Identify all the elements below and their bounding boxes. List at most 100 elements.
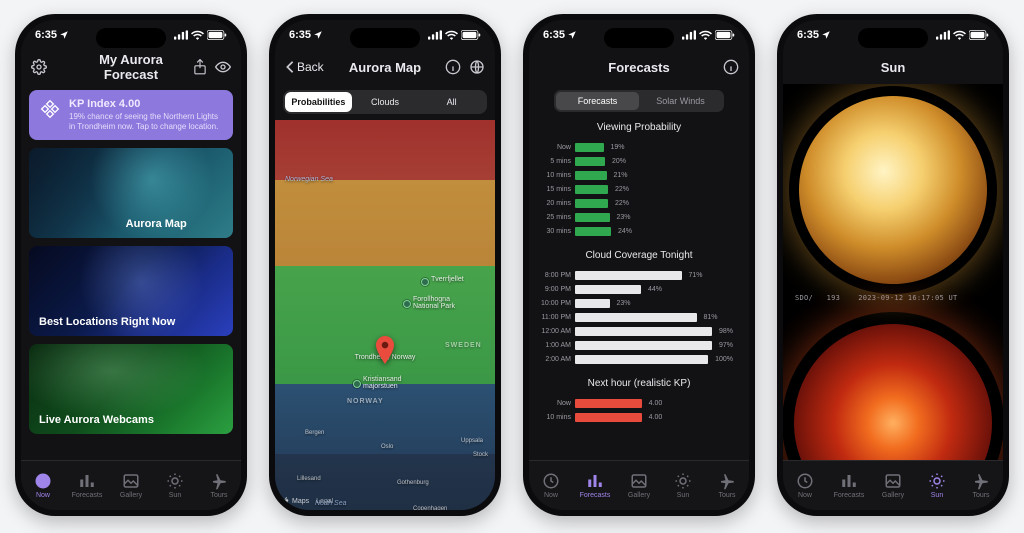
page-title: Forecasts <box>583 60 695 75</box>
tab-sun[interactable]: Sun <box>661 461 705 510</box>
card-label: Best Locations Right Now <box>39 316 175 328</box>
apple-logo-icon <box>281 497 289 506</box>
settings-button[interactable] <box>31 59 47 75</box>
tab-label: Now <box>544 492 558 499</box>
sun-imagery[interactable]: SDO/ 193 2023-09-12 16:17:05 UT <box>783 84 1003 460</box>
sun-icon <box>928 472 946 490</box>
kp-title: KP Index 4.00 <box>69 98 223 110</box>
seg-forecasts[interactable]: Forecasts <box>556 92 639 110</box>
kp-subtitle: 19% chance of seeing the Northern Lights… <box>69 112 223 132</box>
card-aurora-map[interactable]: SWEDEN FINLAND Stockholm Aurora Map <box>29 148 233 238</box>
tab-forecasts[interactable]: Forecasts <box>573 461 617 510</box>
wifi-icon <box>953 30 966 40</box>
tab-tours[interactable]: Tours <box>197 461 241 510</box>
map-segmented-control[interactable]: Probabilities Clouds All <box>283 90 487 114</box>
tab-gallery[interactable]: Gallery <box>871 461 915 510</box>
tab-forecasts[interactable]: Forecasts <box>827 461 871 510</box>
tab-bar: Now Forecasts Gallery Sun Tours <box>783 460 1003 510</box>
bar-row: 2:00 AM100% <box>575 353 733 366</box>
tab-sun[interactable]: Sun <box>915 461 959 510</box>
kp-index-icon <box>40 99 60 119</box>
locate-button[interactable] <box>469 59 485 75</box>
seg-clouds[interactable]: Clouds <box>352 92 419 112</box>
location-arrow-icon <box>59 30 69 40</box>
back-button[interactable]: Back <box>285 60 324 74</box>
tab-sun[interactable]: Sun <box>153 461 197 510</box>
bar-row: Now4.00 <box>575 397 733 410</box>
bar-label: 30 mins <box>537 228 571 235</box>
tab-forecasts[interactable]: Forecasts <box>65 461 109 510</box>
kp-banner[interactable]: KP Index 4.00 19% chance of seeing the N… <box>29 90 233 140</box>
info-button[interactable] <box>723 59 739 75</box>
card-best-locations[interactable]: Best Locations Right Now <box>29 246 233 336</box>
tab-now[interactable]: Now <box>783 461 827 510</box>
sun-image-193 <box>799 96 987 284</box>
info-icon <box>445 59 461 75</box>
clock-icon <box>796 472 814 490</box>
bar-label: 10 mins <box>537 414 571 421</box>
bar-value: 4.00 <box>649 414 663 421</box>
card-webcams[interactable]: Live Aurora Webcams <box>29 344 233 434</box>
signal-icon <box>682 30 696 40</box>
notch <box>96 28 166 48</box>
wifi-icon <box>445 30 458 40</box>
bar-row: 9:00 PM44% <box>575 283 733 296</box>
bar-label: 1:00 AM <box>537 342 571 349</box>
map-label-gothenburg: Gothenburg <box>397 480 429 486</box>
section-title-nexthour: Next hour (realistic KP) <box>535 378 743 389</box>
seg-all[interactable]: All <box>418 92 485 112</box>
map-attribution: Maps Legal <box>281 497 333 506</box>
tab-label: Forecasts <box>72 492 103 499</box>
sun-image-304 <box>794 324 992 460</box>
bar-label: 10 mins <box>537 172 571 179</box>
clock-icon <box>542 472 560 490</box>
tab-gallery[interactable]: Gallery <box>617 461 661 510</box>
bar-row: 1:00 AM97% <box>575 339 733 352</box>
tab-tours[interactable]: Tours <box>705 461 749 510</box>
page-title: Aurora Map <box>329 60 441 75</box>
bar-label: 15 mins <box>537 186 571 193</box>
seg-probabilities[interactable]: Probabilities <box>285 92 352 112</box>
map-pin[interactable] <box>375 336 395 364</box>
tab-label: Now <box>36 492 50 499</box>
bar-value: 21% <box>614 172 628 179</box>
clock-icon <box>34 472 52 490</box>
tab-label: Gallery <box>882 492 904 499</box>
bar-value: 4.00 <box>649 400 663 407</box>
next-hour-kp-chart: Now4.00 10 mins 4.00 <box>535 397 743 424</box>
bar-row: 11:00 PM81% <box>575 311 733 324</box>
nav-bar: Sun <box>783 50 1003 84</box>
bar-value: 19% <box>611 144 625 151</box>
sun-meta-timestamp: 2023-09-12 16:17:05 UT <box>858 294 957 302</box>
forecasts-segmented[interactable]: Forecasts Solar Winds <box>554 90 724 112</box>
tab-tours[interactable]: Tours <box>959 461 1003 510</box>
bar-fill <box>575 313 697 322</box>
share-button[interactable] <box>193 59 207 75</box>
battery-icon <box>969 30 989 40</box>
bar-value: 97% <box>719 342 733 349</box>
bars-icon <box>78 472 96 490</box>
sun-icon <box>166 472 184 490</box>
aurora-map-view[interactable]: Norwegian Sea Tverrfjellet Forollhogna N… <box>275 120 495 510</box>
tab-now[interactable]: Now <box>21 461 65 510</box>
info-icon <box>723 59 739 75</box>
info-button[interactable] <box>445 59 461 75</box>
tab-label: Forecasts <box>834 492 865 499</box>
bar-value: 22% <box>615 186 629 193</box>
map-poi <box>403 300 411 308</box>
bar-label: 9:00 PM <box>537 286 571 293</box>
seg-solar-winds[interactable]: Solar Winds <box>639 92 722 110</box>
location-arrow-icon <box>567 30 577 40</box>
sun-meta-source: SDO/ <box>795 294 813 302</box>
bar-row: 8:00 PM71% <box>575 269 733 282</box>
wifi-icon <box>191 30 204 40</box>
map-poi <box>421 278 429 286</box>
tab-now[interactable]: Now <box>529 461 573 510</box>
eye-icon <box>215 61 231 73</box>
tab-label: Forecasts <box>580 492 611 499</box>
chevron-left-icon <box>285 60 295 74</box>
tab-label: Tours <box>972 492 989 499</box>
map-attribution-legal[interactable]: Legal <box>316 498 333 505</box>
visibility-button[interactable] <box>215 61 231 73</box>
tab-gallery[interactable]: Gallery <box>109 461 153 510</box>
